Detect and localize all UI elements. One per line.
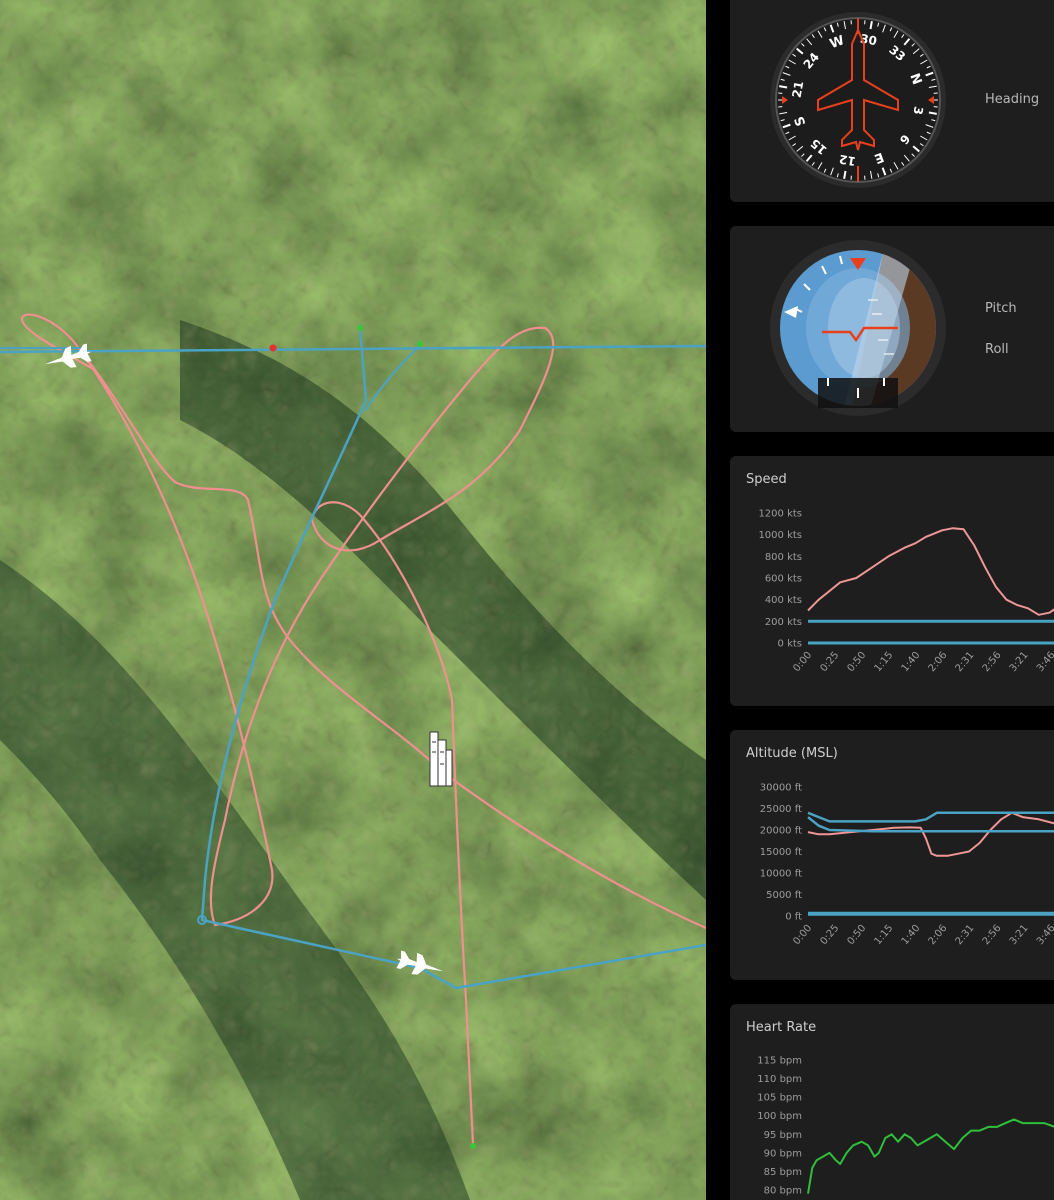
heading-dial-label: 21 <box>790 80 807 99</box>
waypoint-red <box>269 344 277 352</box>
y-tick-label: 30000 ft <box>760 783 802 794</box>
y-tick-label: 105 bpm <box>757 1093 802 1104</box>
x-tick-label: 1:15 <box>873 923 896 947</box>
x-tick-label: 2:56 <box>981 923 1004 947</box>
map-canvas[interactable] <box>0 0 706 1200</box>
y-tick-label: 200 kts <box>765 617 802 628</box>
y-tick-label: 110 bpm <box>757 1074 802 1085</box>
series-line-1 <box>807 527 1054 616</box>
heading-label: Heading <box>985 92 1040 107</box>
series-line-3 <box>807 816 1054 833</box>
heading-dial-label: 12 <box>838 152 857 169</box>
dial-tick <box>843 170 847 179</box>
waypoint-green <box>470 1143 476 1149</box>
x-tick-label: 2:56 <box>981 650 1004 674</box>
speed-chart: 0 kts 200 kts 400 kts 600 kts 800 kts 1000 kt… <box>758 509 1054 674</box>
x-tick-label: 3:21 <box>1008 923 1031 947</box>
y-tick-label: 0 ft <box>785 912 802 923</box>
heart-rate-chart: 80 bpm 85 bpm 90 bpm 95 bpm 100 bpm 105 bpm 11… <box>757 1056 1054 1197</box>
y-tick-label: 600 kts <box>765 574 802 585</box>
y-tick-label: 400 kts <box>765 595 802 606</box>
heading-indicator: 3033N36E1215S2124W <box>770 12 946 188</box>
y-tick-label: 1200 kts <box>758 509 802 520</box>
y-tick-label: 115 bpm <box>757 1056 802 1067</box>
y-tick-label: 90 bpm <box>764 1148 802 1159</box>
x-tick-label: 1:15 <box>873 650 896 674</box>
y-tick-label: 20000 ft <box>760 826 802 837</box>
dial-tick <box>928 111 937 115</box>
roll-label: Roll <box>985 342 1009 357</box>
y-tick-label: 85 bpm <box>764 1167 802 1178</box>
altitude-chart: 0 ft 5000 ft 10000 ft 15000 ft 20000 ft 25000… <box>760 783 1054 947</box>
y-tick-label: 5000 ft <box>766 890 802 901</box>
x-tick-label: 0:25 <box>818 650 841 674</box>
heart-rate-chart-card: Heart Rate 80 bpm 85 bpm 90 bpm 95 bpm 100 b… <box>730 1004 1054 1200</box>
x-tick-label: 0:25 <box>818 923 841 947</box>
pitch-label: Pitch <box>985 301 1017 316</box>
x-tick-label: 0:00 <box>791 650 814 674</box>
x-tick-label: 2:06 <box>927 923 950 947</box>
x-tick-label: 3:46 <box>1035 923 1054 947</box>
speed-chart-card: Speed 0 kts 200 kts 400 kts 600 kts 800 kts 1… <box>730 456 1054 706</box>
y-tick-label: 10000 ft <box>760 869 802 880</box>
altitude-chart-card: Altitude (MSL) 0 ft 5000 ft 10000 ft 15000 … <box>730 730 1054 980</box>
y-tick-label: 0 kts <box>778 639 802 650</box>
x-tick-label: 0:50 <box>846 923 869 947</box>
attitude-indicator <box>770 240 946 416</box>
dial-tick <box>869 21 873 30</box>
x-tick-label: 3:21 <box>1008 650 1031 674</box>
x-tick-label: 1:40 <box>900 650 923 674</box>
waypoint-green <box>417 341 423 347</box>
y-tick-label: 100 bpm <box>757 1111 802 1122</box>
attitude-card: Pitch Roll <box>730 226 1054 432</box>
x-tick-label: 2:31 <box>954 650 977 674</box>
x-tick-label: 0:50 <box>846 650 869 674</box>
x-tick-label: 0:00 <box>791 923 814 947</box>
y-tick-label: 80 bpm <box>764 1186 802 1197</box>
telemetry-panel: 30 33 N 3 6 E 12 15 S 21 24 W Heading Pi… <box>706 0 1054 1200</box>
y-tick-label: 1000 kts <box>758 530 802 541</box>
y-tick-label: 95 bpm <box>764 1130 802 1141</box>
y-tick-label: 15000 ft <box>760 847 802 858</box>
x-tick-label: 1:40 <box>900 923 923 947</box>
satellite-map[interactable] <box>0 0 706 1200</box>
series-line-1 <box>807 1118 1054 1194</box>
series-line-1 <box>807 811 1054 857</box>
y-tick-label: 800 kts <box>765 552 802 563</box>
x-tick-label: 3:46 <box>1035 650 1054 674</box>
dial-tick <box>779 85 788 89</box>
waypoint-green <box>357 325 363 331</box>
heading-card: 30 33 N 3 6 E 12 15 S 21 24 W Heading <box>730 0 1054 202</box>
x-tick-label: 2:31 <box>954 923 977 947</box>
y-tick-label: 25000 ft <box>760 804 802 815</box>
x-tick-label: 2:06 <box>927 650 950 674</box>
